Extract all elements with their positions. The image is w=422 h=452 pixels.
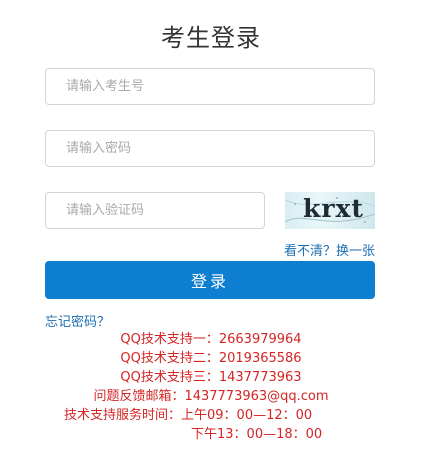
candidate-number-input[interactable] — [45, 68, 375, 105]
qq-support-1: QQ技术支持一：2663979964 — [120, 332, 302, 347]
service-hours-afternoon: 下午13：00—18：00 — [191, 427, 323, 442]
qq-support-2: QQ技术支持二：2019365586 — [120, 351, 302, 366]
feedback-email: 问题反馈邮箱：1437773963@qq.com — [93, 389, 329, 404]
refresh-captcha-link[interactable]: 看不清？换一张 — [284, 240, 375, 259]
captcha-image[interactable]: krxt — [285, 192, 375, 229]
service-hours-morning: 技术支持服务时间：上午09：00—12：00 — [64, 408, 313, 423]
captcha-input[interactable] — [45, 192, 265, 229]
page-title: 考生登录 — [161, 24, 261, 52]
qq-support-3: QQ技术支持三：1437773963 — [120, 370, 302, 385]
password-input[interactable] — [45, 130, 375, 167]
forgot-password-link[interactable]: 忘记密码？ — [45, 311, 110, 330]
captcha-text: krxt — [303, 194, 364, 223]
login-button[interactable]: 登录 — [45, 261, 375, 299]
